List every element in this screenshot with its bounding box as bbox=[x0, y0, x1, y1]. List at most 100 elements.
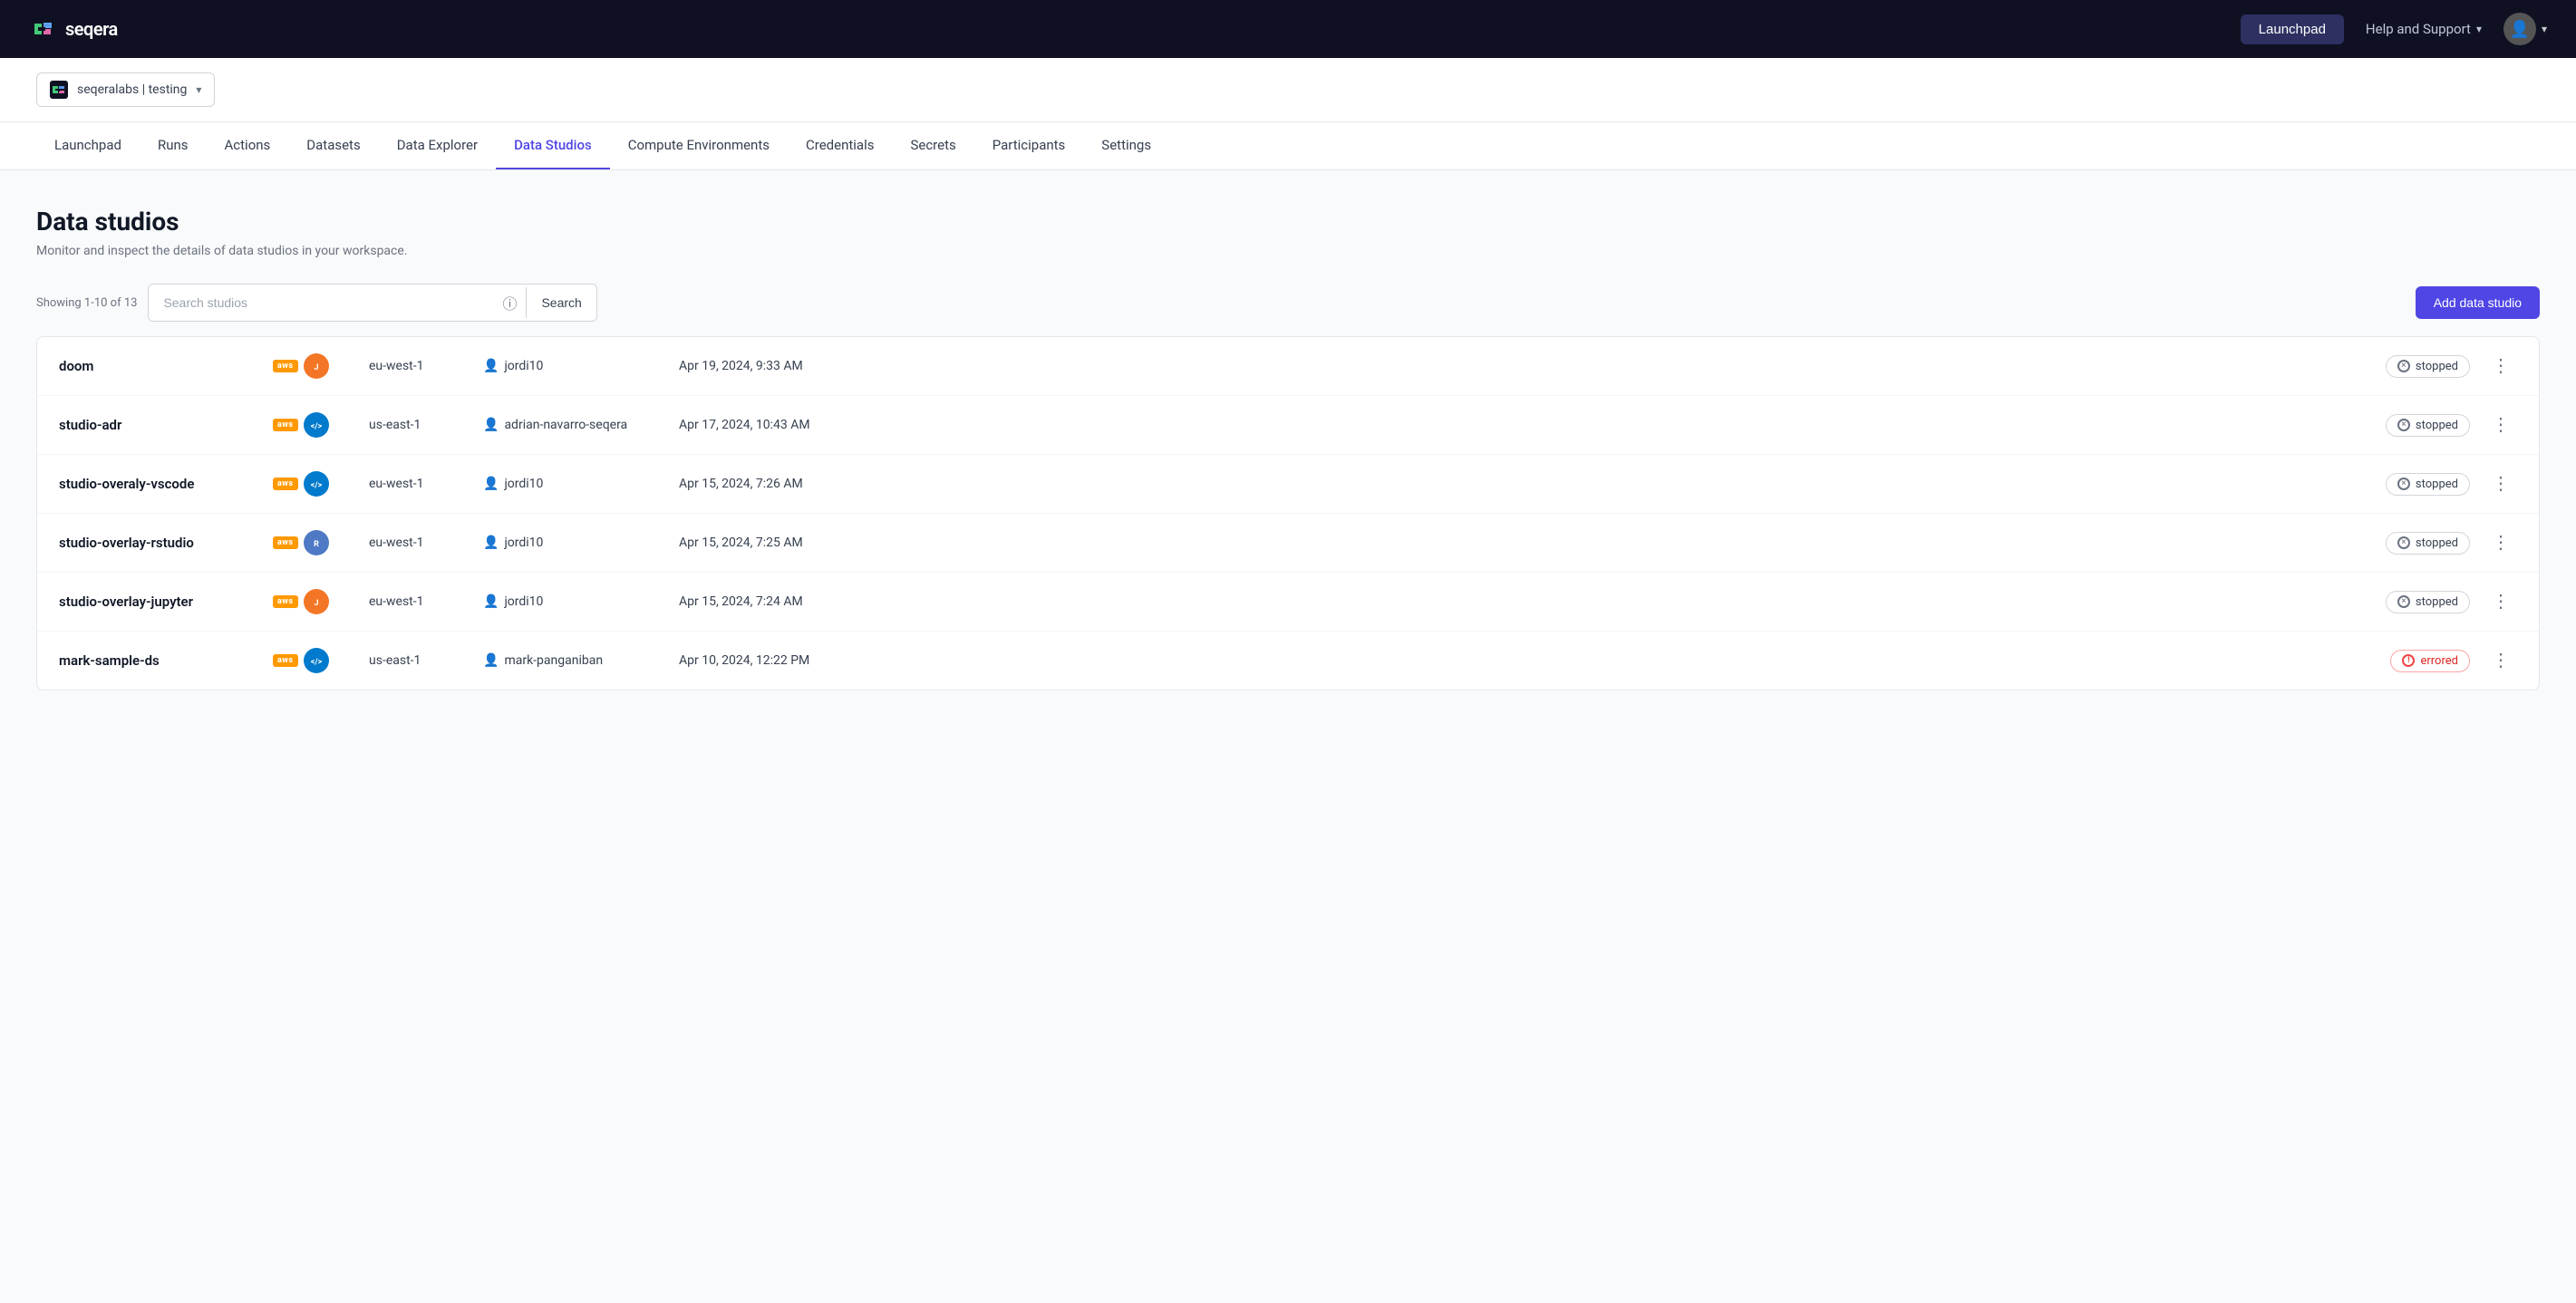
studio-provider-icons: aws J bbox=[273, 353, 354, 379]
page-title: Data studios bbox=[36, 207, 2540, 236]
table-row: studio-overlay-rstudio aws R eu-west-1 👤… bbox=[37, 514, 2539, 573]
row-menu-button[interactable]: ⋮ bbox=[2484, 412, 2517, 438]
vscode-icon: </> bbox=[304, 648, 329, 673]
user-icon: 👤 bbox=[483, 477, 499, 491]
table-row: doom aws J eu-west-1 👤 jordi10 Apr 19, 2 bbox=[37, 337, 2539, 396]
studio-region: eu-west-1 bbox=[369, 359, 469, 373]
studio-date: Apr 15, 2024, 7:25 AM bbox=[679, 536, 2371, 550]
studios-table-scroll[interactable]: doom aws J eu-west-1 👤 jordi10 Apr 19, 2 bbox=[37, 337, 2539, 690]
table-row: studio-overlay-jupyter aws J eu-west-1 👤… bbox=[37, 573, 2539, 632]
user-icon: 👤 bbox=[483, 536, 499, 550]
row-menu-button[interactable]: ⋮ bbox=[2484, 353, 2517, 379]
aws-badge: aws bbox=[273, 595, 298, 608]
help-support-link[interactable]: Help and Support ▾ bbox=[2366, 21, 2482, 37]
status-badge: stopped bbox=[2386, 414, 2470, 437]
row-menu-button[interactable]: ⋮ bbox=[2484, 471, 2517, 497]
workspace-label: seqeralabs | testing bbox=[77, 82, 187, 97]
tab-data-studios[interactable]: Data Studios bbox=[496, 122, 610, 169]
workspace-logo-icon bbox=[50, 81, 68, 99]
user-icon: 👤 bbox=[483, 418, 499, 432]
tab-participants[interactable]: Participants bbox=[974, 122, 1084, 169]
stopped-icon bbox=[2397, 360, 2410, 372]
vscode-icon: </> bbox=[304, 471, 329, 497]
showing-label: Showing 1-10 of 13 bbox=[36, 296, 137, 310]
studio-name: doom bbox=[59, 358, 258, 374]
studio-provider-icons: aws </> bbox=[273, 412, 354, 438]
navbar: seqera Launchpad Help and Support ▾ 👤 ▾ bbox=[0, 0, 2576, 58]
avatar[interactable]: 👤 bbox=[2503, 13, 2536, 45]
studio-provider-icons: aws R bbox=[273, 530, 354, 555]
aws-badge: aws bbox=[273, 536, 298, 549]
studio-name: studio-adr bbox=[59, 417, 258, 433]
status-badge: stopped bbox=[2386, 473, 2470, 496]
toolbar: Showing 1-10 of 13 ⓘ Search Add data stu… bbox=[36, 284, 2540, 322]
user-icon: 👤 bbox=[483, 653, 499, 668]
table-row: mark-sample-ds aws </> us-east-1 👤 mark-… bbox=[37, 632, 2539, 690]
status-badge: errored bbox=[2390, 650, 2470, 672]
studio-date: Apr 19, 2024, 9:33 AM bbox=[679, 359, 2371, 373]
stopped-icon bbox=[2397, 419, 2410, 431]
tab-data-explorer[interactable]: Data Explorer bbox=[379, 122, 496, 169]
search-input[interactable] bbox=[149, 287, 493, 318]
svg-text:J: J bbox=[314, 599, 318, 608]
status-badge: stopped bbox=[2386, 532, 2470, 555]
tab-credentials[interactable]: Credentials bbox=[788, 122, 892, 169]
studio-date: Apr 15, 2024, 7:24 AM bbox=[679, 594, 2371, 609]
aws-badge: aws bbox=[273, 654, 298, 667]
studio-name: studio-overaly-vscode bbox=[59, 476, 258, 492]
svg-text:</>: </> bbox=[310, 422, 322, 431]
tab-compute-environments[interactable]: Compute Environments bbox=[610, 122, 788, 169]
svg-text:</>: </> bbox=[310, 658, 322, 667]
table-row: studio-adr aws </> us-east-1 👤 adrian-na… bbox=[37, 396, 2539, 455]
studio-user: 👤 jordi10 bbox=[483, 594, 664, 609]
status-badge: stopped bbox=[2386, 355, 2470, 378]
studio-user: 👤 jordi10 bbox=[483, 359, 664, 373]
jupyter-icon: J bbox=[304, 589, 329, 614]
tab-secrets[interactable]: Secrets bbox=[892, 122, 973, 169]
studio-region: us-east-1 bbox=[369, 418, 469, 432]
avatar-chevron-icon[interactable]: ▾ bbox=[2542, 23, 2547, 35]
studio-date: Apr 15, 2024, 7:26 AM bbox=[679, 477, 2371, 491]
studio-region: us-east-1 bbox=[369, 653, 469, 668]
main-content: Data studios Monitor and inspect the det… bbox=[0, 170, 2576, 1303]
svg-text:</>: </> bbox=[310, 481, 322, 490]
studio-region: eu-west-1 bbox=[369, 477, 469, 491]
stopped-icon bbox=[2397, 536, 2410, 549]
stopped-icon bbox=[2397, 595, 2410, 608]
studios-table: doom aws J eu-west-1 👤 jordi10 Apr 19, 2 bbox=[36, 336, 2540, 690]
row-menu-button[interactable]: ⋮ bbox=[2484, 589, 2517, 614]
row-menu-button[interactable]: ⋮ bbox=[2484, 530, 2517, 555]
table-row: studio-overaly-vscode aws </> eu-west-1 … bbox=[37, 455, 2539, 514]
studio-date: Apr 17, 2024, 10:43 AM bbox=[679, 418, 2371, 432]
tab-runs[interactable]: Runs bbox=[140, 122, 207, 169]
page-subtitle: Monitor and inspect the details of data … bbox=[36, 244, 2540, 258]
studio-date: Apr 10, 2024, 12:22 PM bbox=[679, 653, 2376, 668]
search-container: ⓘ Search bbox=[148, 284, 596, 322]
studio-name: studio-overlay-jupyter bbox=[59, 594, 258, 610]
studio-user: 👤 jordi10 bbox=[483, 536, 664, 550]
workspace-chevron-icon: ▾ bbox=[196, 83, 201, 96]
add-data-studio-button[interactable]: Add data studio bbox=[2416, 286, 2540, 319]
row-menu-button[interactable]: ⋮ bbox=[2484, 648, 2517, 673]
aws-badge: aws bbox=[273, 478, 298, 490]
studio-user: 👤 mark-panganiban bbox=[483, 653, 664, 668]
tab-launchpad[interactable]: Launchpad bbox=[36, 122, 140, 169]
nav-tabs: Launchpad Runs Actions Datasets Data Exp… bbox=[0, 122, 2576, 170]
svg-text:J: J bbox=[314, 363, 318, 372]
search-button[interactable]: Search bbox=[526, 287, 596, 318]
tab-settings[interactable]: Settings bbox=[1083, 122, 1169, 169]
studio-provider-icons: aws </> bbox=[273, 648, 354, 673]
studio-region: eu-west-1 bbox=[369, 536, 469, 550]
stopped-icon bbox=[2397, 478, 2410, 490]
tab-actions[interactable]: Actions bbox=[207, 122, 289, 169]
aws-badge: aws bbox=[273, 360, 298, 372]
tab-datasets[interactable]: Datasets bbox=[288, 122, 378, 169]
status-badge: stopped bbox=[2386, 591, 2470, 613]
workspace-selector[interactable]: seqeralabs | testing ▾ bbox=[36, 72, 215, 107]
launchpad-nav-button[interactable]: Launchpad bbox=[2241, 14, 2344, 44]
search-info-button[interactable]: ⓘ bbox=[493, 285, 526, 321]
studio-name: mark-sample-ds bbox=[59, 652, 258, 669]
studio-provider-icons: aws J bbox=[273, 589, 354, 614]
studio-region: eu-west-1 bbox=[369, 594, 469, 609]
studio-provider-icons: aws </> bbox=[273, 471, 354, 497]
